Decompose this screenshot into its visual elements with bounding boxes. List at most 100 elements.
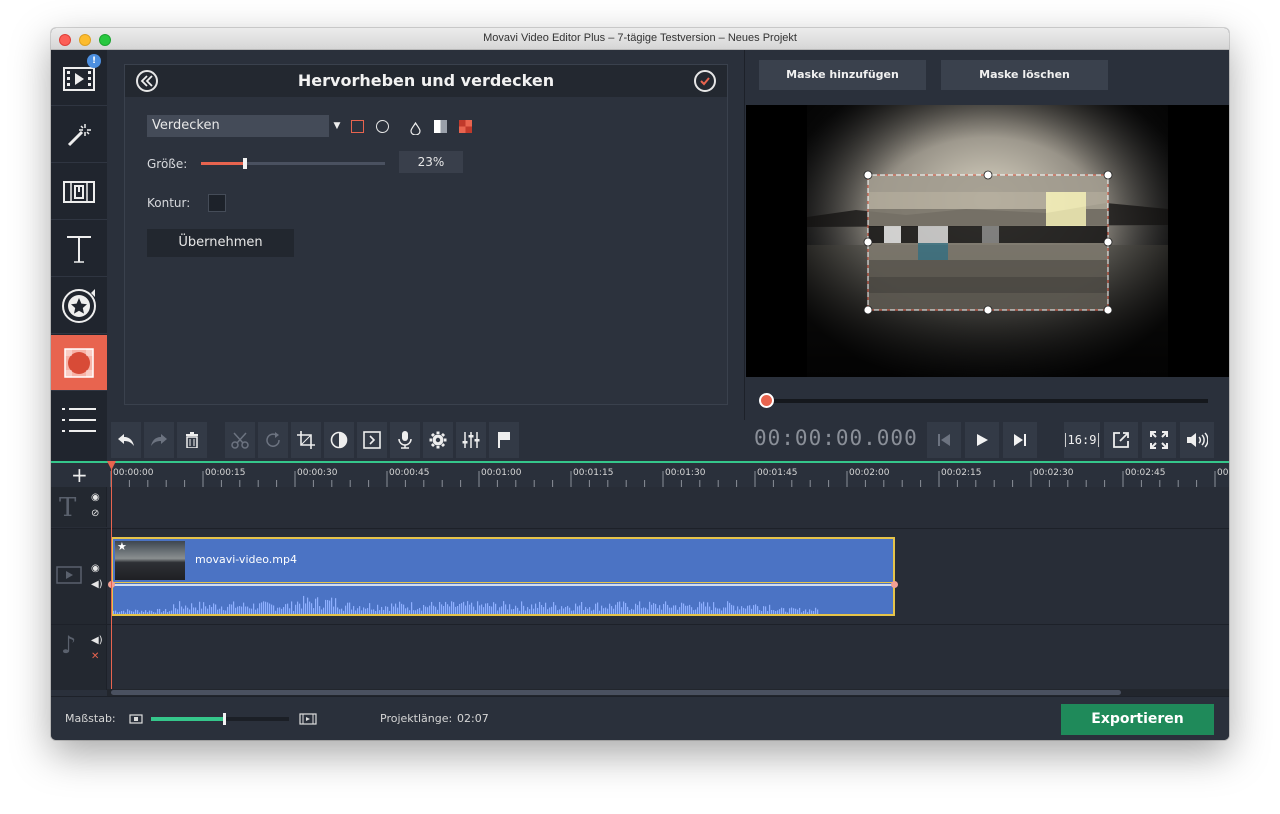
- video-frame-image: [746, 105, 1229, 377]
- waveform-bar: [167, 612, 169, 614]
- waveform-bar: [385, 606, 387, 614]
- timeline-tracks: T ◉ ⊘ ◉ ◀) ★ movavi-video.mp4 ♪ ◀) ✕: [51, 487, 1229, 690]
- clip-favorite-icon: ★: [117, 540, 127, 553]
- waveform-bar: [123, 610, 125, 614]
- video-preview[interactable]: [746, 105, 1229, 377]
- zoom-out-icon[interactable]: [129, 714, 143, 724]
- waveform-bar: [569, 607, 571, 614]
- preview-scrubber-knob[interactable]: [759, 393, 774, 408]
- unlink-icon[interactable]: ✕: [91, 651, 99, 662]
- zoom-slider[interactable]: [151, 713, 289, 725]
- timeline-scrollbar-thumb[interactable]: [111, 690, 1121, 695]
- settings-button[interactable]: [423, 422, 453, 458]
- waveform-bar: [269, 603, 271, 614]
- sidebar-item-titles[interactable]: [51, 221, 107, 277]
- volume-button[interactable]: [1180, 422, 1214, 458]
- volume-icon[interactable]: ◀): [91, 635, 103, 646]
- sidebar-item-more[interactable]: [51, 392, 107, 448]
- sidebar-item-import[interactable]: !: [51, 50, 107, 106]
- play-button[interactable]: [965, 422, 999, 458]
- volume-handle-right[interactable]: [891, 581, 898, 588]
- contrast-icon: [330, 431, 348, 449]
- zoom-in-icon[interactable]: [299, 713, 317, 725]
- waveform-bar: [389, 610, 391, 614]
- waveform-bar: [811, 610, 813, 614]
- previous-frame-button[interactable]: [927, 422, 961, 458]
- waveform-bar: [115, 610, 117, 614]
- eye-icon[interactable]: ◉: [91, 563, 100, 574]
- split-button[interactable]: [225, 422, 255, 458]
- detach-preview-button[interactable]: [1104, 422, 1138, 458]
- waveform-bar: [701, 603, 703, 614]
- sidebar-item-stickers[interactable]: [51, 278, 107, 334]
- contour-color-picker[interactable]: [208, 194, 226, 212]
- fullscreen-button[interactable]: [1142, 422, 1176, 458]
- equalizer-button[interactable]: [456, 422, 486, 458]
- pixelate-button[interactable]: [459, 120, 472, 133]
- delete-mask-button[interactable]: Maske löschen: [941, 60, 1108, 90]
- mode-dropdown[interactable]: Verdecken ▼: [147, 115, 340, 137]
- color-adjust-button[interactable]: [324, 422, 354, 458]
- sidebar-item-transitions[interactable]: [51, 164, 107, 220]
- timeline-ruler[interactable]: + 00:00:00 00:00:15 00:00:30 00:00:45 00:01:…: [51, 461, 1229, 487]
- aspect-ratio-button[interactable]: 16:9: [1064, 422, 1100, 458]
- blur-mode-button[interactable]: [409, 120, 422, 136]
- export-button[interactable]: Exportieren: [1061, 704, 1214, 735]
- link-icon[interactable]: ⊘: [91, 508, 99, 519]
- add-mask-button[interactable]: Maske hinzufügen: [759, 60, 926, 90]
- add-marker-button[interactable]: [489, 422, 519, 458]
- size-slider[interactable]: [201, 158, 385, 169]
- app-window: Movavi Video Editor Plus – 7-tägige Test…: [51, 28, 1229, 740]
- waveform-bar: [355, 610, 357, 614]
- clip-properties-button[interactable]: [357, 422, 387, 458]
- waveform-bar: [637, 605, 639, 614]
- ruler-tick-label: 00:01:15: [573, 468, 614, 478]
- crop-button[interactable]: [291, 422, 321, 458]
- waveform-bar: [189, 609, 191, 614]
- confirm-button[interactable]: [694, 70, 716, 92]
- apply-button[interactable]: Übernehmen: [147, 229, 294, 257]
- video-clip[interactable]: ★ movavi-video.mp4: [111, 537, 895, 582]
- waveform-bar: [719, 608, 721, 614]
- redo-icon: [151, 434, 167, 446]
- waveform-bar: [211, 606, 213, 614]
- zoom-slider-thumb[interactable]: [223, 713, 226, 725]
- waveform-bar: [243, 602, 245, 614]
- add-track-button[interactable]: +: [71, 464, 88, 486]
- transition-icon: [63, 180, 95, 203]
- playhead[interactable]: [107, 461, 116, 690]
- sidebar-item-highlight-conceal[interactable]: [51, 335, 107, 391]
- waveform-bar: [507, 609, 509, 614]
- delete-button[interactable]: [177, 422, 207, 458]
- waveform-bar: [353, 606, 355, 614]
- waveform-bar: [469, 604, 471, 614]
- record-audio-button[interactable]: [390, 422, 420, 458]
- magic-wand-icon: [67, 123, 91, 146]
- waveform-bar: [513, 608, 515, 614]
- mute-icon[interactable]: ◀): [91, 579, 103, 590]
- preview-scrubber[interactable]: [763, 399, 1208, 403]
- waveform-bar: [499, 607, 501, 614]
- size-slider-thumb[interactable]: [243, 158, 247, 169]
- clip-audio-waveform[interactable]: [111, 582, 895, 616]
- list-icon: [62, 408, 96, 432]
- undo-button[interactable]: [111, 422, 141, 458]
- sidebar-item-filters[interactable]: [51, 107, 107, 163]
- rotate-button[interactable]: [258, 422, 288, 458]
- ruler-tick-label: 00:01:30: [665, 468, 706, 478]
- waveform-bar: [195, 607, 197, 614]
- timeline-scrollbar[interactable]: [107, 689, 1229, 696]
- rectangle-shape-button[interactable]: [351, 120, 364, 133]
- eye-icon[interactable]: ◉: [91, 492, 100, 503]
- ellipse-shape-button[interactable]: [376, 120, 389, 133]
- trash-icon: [186, 432, 198, 448]
- next-frame-button[interactable]: [1003, 422, 1037, 458]
- waveform-bar: [405, 608, 407, 614]
- zoom-slider-fill: [151, 717, 223, 721]
- waveform-bar: [745, 608, 747, 614]
- solid-fill-button[interactable]: [434, 120, 447, 133]
- redo-button[interactable]: [144, 422, 174, 458]
- size-value-field[interactable]: 23%: [399, 151, 463, 173]
- waveform-bar: [373, 609, 375, 614]
- waveform-bar: [495, 603, 497, 614]
